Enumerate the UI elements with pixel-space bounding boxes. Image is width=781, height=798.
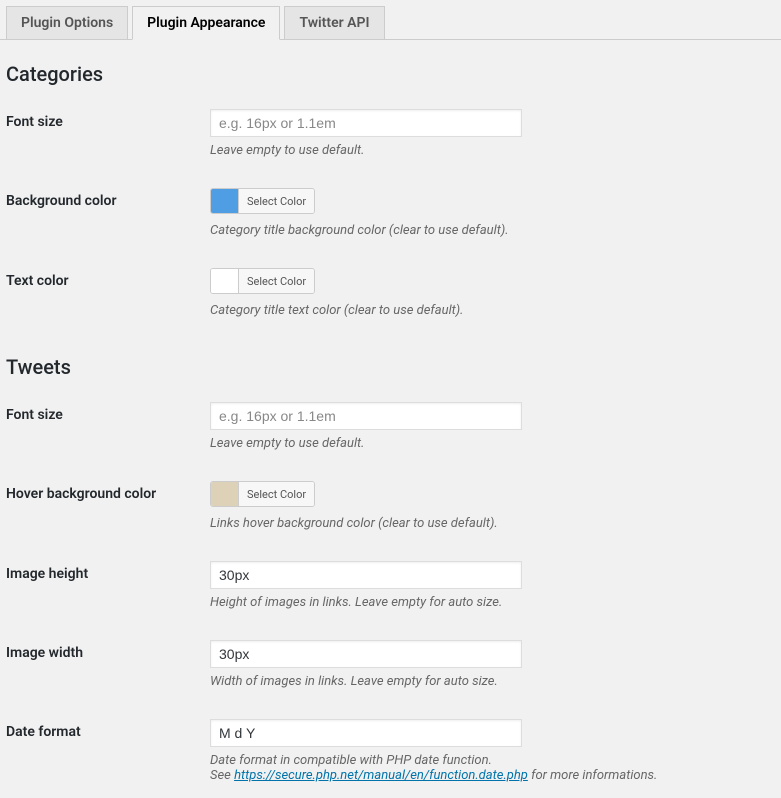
input-image-height[interactable] xyxy=(210,561,522,589)
desc-tweet-font-size: Leave empty to use default. xyxy=(210,436,771,451)
label-cat-font-size: Font size xyxy=(0,94,200,173)
input-tweet-font-size[interactable] xyxy=(210,402,522,430)
php-date-link[interactable]: https://secure.php.net/manual/en/functio… xyxy=(234,768,528,783)
label-tweet-hover-bg: Hover background color xyxy=(0,466,200,546)
input-cat-font-size[interactable] xyxy=(210,109,522,137)
input-image-width[interactable] xyxy=(210,640,522,668)
label-cat-bg-color: Background color xyxy=(0,173,200,253)
color-picker-cat-text[interactable]: Select Color xyxy=(210,268,315,294)
section-heading-categories: Categories xyxy=(6,62,781,86)
desc-image-width: Width of images in links. Leave empty fo… xyxy=(210,674,771,689)
tab-plugin-appearance[interactable]: Plugin Appearance xyxy=(132,6,280,40)
input-date-format[interactable] xyxy=(210,719,522,747)
tweets-table: Font size Leave empty to use default. Ho… xyxy=(0,387,781,798)
select-color-button[interactable]: Select Color xyxy=(239,482,314,506)
color-picker-cat-bg[interactable]: Select Color xyxy=(210,188,315,214)
label-image-width: Image width xyxy=(0,625,200,704)
desc-cat-bg-color: Category title background color (clear t… xyxy=(210,223,771,238)
section-heading-tweets: Tweets xyxy=(6,355,781,379)
swatch-hover-bg xyxy=(211,482,239,506)
desc-cat-font-size: Leave empty to use default. xyxy=(210,143,771,158)
tab-bar: Plugin Options Plugin Appearance Twitter… xyxy=(0,0,781,40)
label-cat-text-color: Text color xyxy=(0,253,200,333)
desc-date-format-see: See xyxy=(210,768,234,783)
desc-image-height: Height of images in links. Leave empty f… xyxy=(210,595,771,610)
select-color-button[interactable]: Select Color xyxy=(239,189,314,213)
swatch-cat-text xyxy=(211,269,239,293)
color-picker-hover-bg[interactable]: Select Color xyxy=(210,481,315,507)
label-tweet-font-size: Font size xyxy=(0,387,200,466)
label-image-height: Image height xyxy=(0,546,200,625)
label-date-format: Date format xyxy=(0,704,200,798)
select-color-button[interactable]: Select Color xyxy=(239,269,314,293)
desc-cat-text-color: Category title text color (clear to use … xyxy=(210,303,771,318)
categories-table: Font size Leave empty to use default. Ba… xyxy=(0,94,781,333)
desc-date-format-prefix: Date format in compatible with PHP date … xyxy=(210,753,492,768)
desc-date-format-suffix: for more informations. xyxy=(528,768,658,783)
tab-twitter-api[interactable]: Twitter API xyxy=(284,6,384,40)
desc-date-format: Date format in compatible with PHP date … xyxy=(210,753,771,783)
tab-plugin-options[interactable]: Plugin Options xyxy=(6,6,128,40)
swatch-cat-bg xyxy=(211,189,239,213)
desc-tweet-hover-bg: Links hover background color (clear to u… xyxy=(210,516,771,531)
